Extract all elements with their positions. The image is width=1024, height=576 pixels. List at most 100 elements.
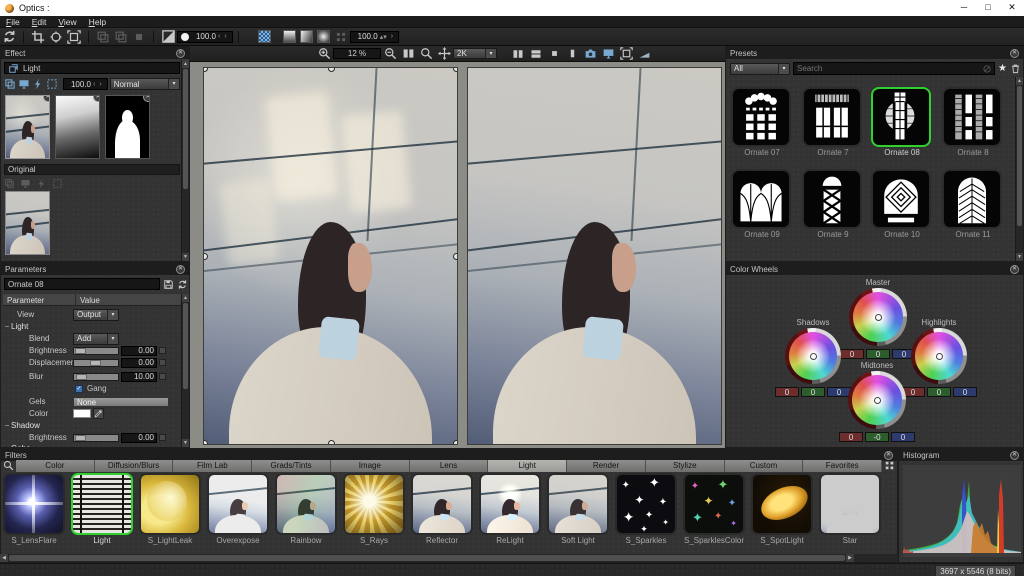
gang-checkbox[interactable]: ✓ <box>75 384 83 393</box>
parameters-scrollbar[interactable]: ▲ ▼ <box>181 294 189 447</box>
wheel-cursor[interactable] <box>935 352 943 360</box>
gamma-ramp-button[interactable] <box>635 47 653 61</box>
preset-item[interactable]: Ornate 11 <box>942 169 1004 239</box>
filter-item[interactable]: S_LightLeak <box>137 473 203 545</box>
pan-tool-button[interactable] <box>435 47 453 61</box>
filter-item[interactable]: Soft Light <box>545 473 611 545</box>
highlights-wheel[interactable] <box>915 332 963 380</box>
grain-amount-spinner[interactable]: 100.0 ▴▾ › <box>349 30 400 43</box>
layer-name-field[interactable]: Light <box>4 62 180 74</box>
tab-diffusion-blurs[interactable]: Diffusion/Blurs <box>94 460 174 472</box>
scroll-up-icon[interactable]: ▲ <box>182 60 189 68</box>
midtones-wheel-ring[interactable] <box>848 371 906 429</box>
scrollbar-thumb[interactable] <box>1017 86 1022 226</box>
transform-handle[interactable] <box>453 68 457 72</box>
preset-category-dropdown[interactable]: All ▾ <box>730 62 790 75</box>
scroll-up-icon[interactable]: ▲ <box>1016 77 1023 85</box>
clear-search-icon[interactable] <box>982 64 992 74</box>
shadows-green-value[interactable]: 0 <box>801 387 825 397</box>
close-button[interactable]: ✕ <box>1000 0 1024 16</box>
tab-favorites[interactable]: Favorites <box>803 460 883 472</box>
highlights-blue-value[interactable]: 0 <box>953 387 977 397</box>
transform-handle[interactable] <box>327 68 335 72</box>
menu-view[interactable]: View <box>52 17 82 27</box>
shadow-brightness-reset-button[interactable] <box>159 434 166 441</box>
layer-opacity-spinner[interactable]: 100.0 ‹ › <box>63 78 108 90</box>
tab-light[interactable]: Light <box>488 460 568 472</box>
transform-handle[interactable] <box>453 440 457 444</box>
remove-gradient-icon[interactable]: ✕ <box>93 96 99 102</box>
color-swatch[interactable] <box>73 409 91 418</box>
filter-item[interactable]: Overexpose <box>205 473 271 545</box>
filter-item[interactable]: S_Rays <box>341 473 407 545</box>
grain-step-arrows[interactable]: ▴▾ <box>378 33 389 41</box>
save-preset-button[interactable] <box>163 279 174 292</box>
master-green-value[interactable]: 0 <box>866 349 890 359</box>
transform-button[interactable] <box>65 29 83 44</box>
tab-stylize[interactable]: Stylize <box>645 460 725 472</box>
wheel-cursor[interactable] <box>874 313 882 321</box>
scrollbar-thumb[interactable] <box>9 555 845 561</box>
tab-color[interactable]: Color <box>16 460 95 472</box>
delete-preset-icon[interactable] <box>1010 63 1021 74</box>
wheel-cursor[interactable] <box>873 396 881 404</box>
brightness-value[interactable]: 0.00 <box>121 345 157 356</box>
midtones-blue-value[interactable]: 0 <box>891 432 915 442</box>
gradient-diagonal-button[interactable] <box>299 30 313 43</box>
crop-button[interactable] <box>29 29 47 44</box>
original-section-bar[interactable]: Original <box>4 164 180 175</box>
filter-item[interactable]: ✦ ✦ ✦ ✦ ✦ ✦ ✦ S_SparklesColor <box>681 473 747 545</box>
shadow-brightness-slider[interactable] <box>73 433 119 442</box>
layer-opacity-inc[interactable]: › <box>97 81 103 88</box>
duplicate-layer-icon[interactable] <box>4 78 16 90</box>
filter-item-selected[interactable]: Light <box>69 473 135 545</box>
shadows-wheel-ring[interactable] <box>785 328 841 384</box>
proxy-resolution-dropdown[interactable]: 2K ▾ <box>453 48 497 59</box>
slider-thumb[interactable] <box>75 373 88 380</box>
presets-panel-close-icon[interactable]: ✕ <box>1010 48 1019 58</box>
preset-item[interactable]: Ornate 09 <box>731 169 793 239</box>
remove-layer-icon[interactable]: ✕ <box>43 96 49 102</box>
color-wheels-close-icon[interactable]: ✕ <box>1010 264 1019 274</box>
layer-opacity-value[interactable]: 100.0 <box>67 80 91 89</box>
preset-name-field[interactable]: Ornate 08 <box>4 278 160 290</box>
preset-item[interactable]: Ornate 7 <box>802 87 864 157</box>
wheel-cursor[interactable] <box>809 352 817 360</box>
transform-handle[interactable] <box>204 440 208 444</box>
preset-item[interactable]: Ornate 07 <box>731 87 793 157</box>
parameters-panel-close-icon[interactable]: ✕ <box>176 264 185 274</box>
scrollbar-thumb[interactable] <box>183 303 188 389</box>
filter-item[interactable]: ReLight <box>477 473 543 545</box>
scroll-left-icon[interactable]: ◀ <box>0 554 8 562</box>
tab-custom[interactable]: Custom <box>724 460 804 472</box>
preset-search-box[interactable] <box>793 62 996 75</box>
midtones-wheel[interactable] <box>852 375 902 425</box>
blur-slider[interactable] <box>73 372 119 381</box>
viewer-canvas[interactable] <box>190 62 725 448</box>
tab-grads-tints[interactable]: Grads/Tints <box>252 460 331 472</box>
rotate-button[interactable] <box>47 30 65 44</box>
param-group-light[interactable]: − Light <box>3 321 181 332</box>
fullscreen-display-button[interactable] <box>599 47 617 61</box>
split-view-button[interactable] <box>399 47 417 61</box>
effect-panel-scrollbar[interactable]: ▲ ▼ <box>181 60 189 261</box>
master-wheel[interactable] <box>853 292 903 342</box>
menu-edit[interactable]: Edit <box>26 17 53 27</box>
layer-thumbnail-gradient[interactable]: ✕ <box>55 95 100 159</box>
menu-help[interactable]: Help <box>83 17 112 27</box>
opacity-value[interactable]: 100.0 <box>192 32 216 41</box>
scroll-right-icon[interactable]: ▶ <box>846 554 854 562</box>
tab-film-lab[interactable]: Film Lab <box>173 460 253 472</box>
highlights-green-value[interactable]: 0 <box>927 387 951 397</box>
gradient-radial-button[interactable] <box>316 30 330 43</box>
blur-value[interactable]: 10.00 <box>121 371 157 382</box>
tab-render[interactable]: Render <box>567 460 646 472</box>
shadow-brightness-value[interactable]: 0.00 <box>121 432 157 443</box>
displacement-reset-button[interactable] <box>159 359 166 366</box>
layer-thumbnail-image[interactable]: ✕ <box>5 95 50 159</box>
blur-reset-button[interactable] <box>159 373 166 380</box>
scroll-down-icon[interactable]: ▼ <box>182 253 189 261</box>
collapse-icon[interactable]: − <box>3 421 11 430</box>
reset-preset-button[interactable] <box>177 279 188 292</box>
texture-pattern-button[interactable] <box>257 30 271 43</box>
